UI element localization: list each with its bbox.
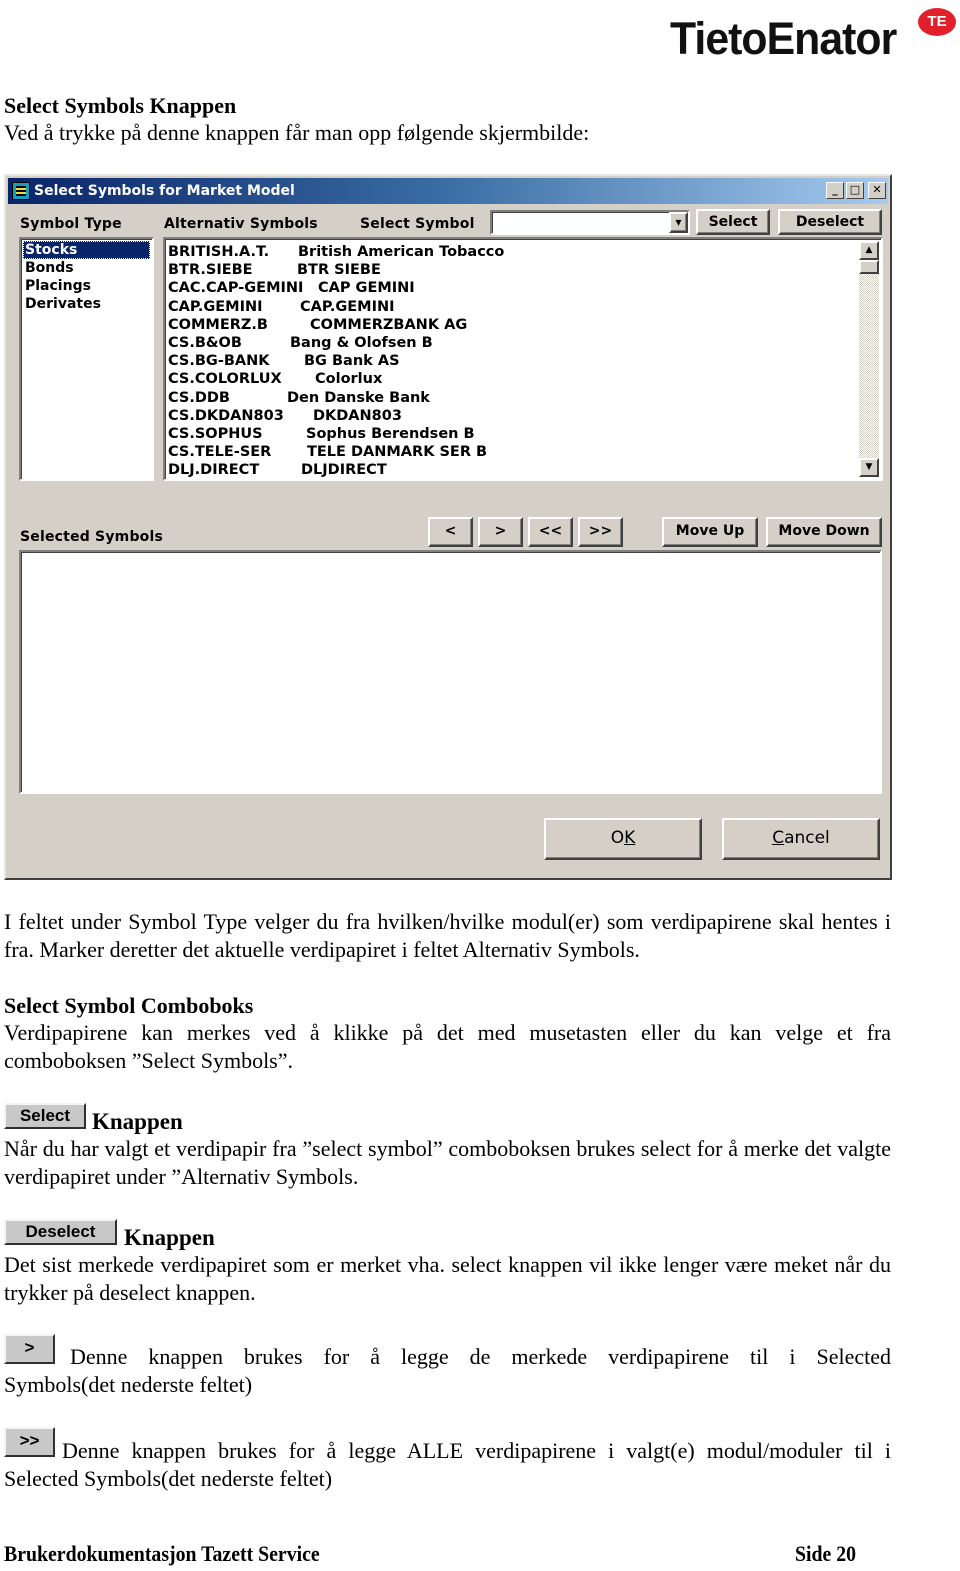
select-button[interactable]: Select xyxy=(696,209,770,235)
add-all-description-line1: Denne knappen brukes for å legge ALLE ve… xyxy=(62,1438,891,1463)
symbol-code: CS.B&OB xyxy=(168,334,242,351)
symbol-name: DKDAN803 xyxy=(313,407,402,424)
symbol-name: BG Bank AS xyxy=(304,353,400,370)
vertical-scrollbar[interactable]: ▲ ▼ xyxy=(859,241,879,477)
symbol-code: COMMERZ.B xyxy=(168,316,268,333)
symbol-name: DLJDIRECT xyxy=(301,462,387,479)
logo-badge: TE xyxy=(918,8,956,36)
page-number: Side 20 xyxy=(795,1541,857,1566)
select-symbol-label: Select Symbol xyxy=(360,216,475,232)
symbol-type-label: Symbol Type xyxy=(20,216,122,232)
symbol-name: Sophus Berendsen B xyxy=(306,425,475,442)
intro-text: Ved å trykke på denne knappen får man op… xyxy=(4,120,590,145)
select-description: Når du har valgt et verdipapir fra ”sele… xyxy=(4,1136,891,1189)
window-title: Select Symbols for Market Model xyxy=(34,183,295,199)
list-item[interactable]: BTR.SIEBE BTR SIEBE xyxy=(165,261,881,279)
list-item[interactable]: CS.BG-BANK BG Bank AS xyxy=(165,352,881,370)
add-all-button[interactable]: >> xyxy=(578,517,623,547)
symbol-code: CS.DKDAN803 xyxy=(168,407,284,424)
symbol-type-item-derivates[interactable]: Derivates xyxy=(23,295,150,313)
symbol-name: Den Danske Bank xyxy=(287,389,430,406)
list-item[interactable]: DLJ.DIRECT DLJDIRECT xyxy=(165,461,881,479)
symbol-name: Colorlux xyxy=(315,371,383,388)
symbol-code: CS.COLORLUX xyxy=(168,371,282,388)
symbol-name: BTR SIEBE xyxy=(297,262,381,279)
list-item[interactable]: COMMERZ.B COMMERZBANK AG xyxy=(165,316,881,334)
add-one-description-line1: Denne knappen brukes for å legge de merk… xyxy=(70,1344,891,1369)
scroll-up-button[interactable]: ▲ xyxy=(859,241,879,260)
list-item[interactable]: CS.TELE-SER TELE DANMARK SER B xyxy=(165,443,881,461)
cancel-label: ancel xyxy=(784,828,830,848)
symbol-type-description: I feltet under Symbol Type velger du fra… xyxy=(4,909,891,962)
combobox-dropdown-button[interactable]: ▾ xyxy=(669,212,688,233)
list-item[interactable]: CS.DDB Den Danske Bank xyxy=(165,389,881,407)
deselect-button-illustration: Deselect xyxy=(4,1219,117,1245)
symbol-type-item-stocks[interactable]: Stocks xyxy=(23,241,150,259)
footer-title: Brukerdokumentasjon Tazett Service xyxy=(4,1541,320,1566)
select-symbols-window: Select Symbols for Market Model _ □ ✕ Sy… xyxy=(4,174,892,880)
add-one-description-line2: Symbols(det nederste feltet) xyxy=(4,1372,253,1397)
scroll-thumb[interactable] xyxy=(859,260,879,274)
symbol-name: CAP GEMINI xyxy=(318,280,415,297)
select-knappen-heading: Knappen xyxy=(92,1109,183,1134)
app-icon[interactable] xyxy=(12,182,30,200)
symbol-type-item-placings[interactable]: Placings xyxy=(23,277,150,295)
deselect-knappen-heading: Knappen xyxy=(124,1225,215,1250)
move-up-button[interactable]: Move Up xyxy=(662,517,758,547)
title-bar[interactable]: Select Symbols for Market Model _ □ ✕ xyxy=(8,178,888,204)
symbol-type-item-bonds[interactable]: Bonds xyxy=(23,259,150,277)
symbol-code: CS.BG-BANK xyxy=(168,353,270,370)
add-one-button-illustration: > xyxy=(4,1334,55,1364)
minimize-button[interactable]: _ xyxy=(826,182,844,199)
symbol-type-list[interactable]: Stocks Bonds Placings Derivates xyxy=(19,237,154,481)
remove-all-button[interactable]: << xyxy=(528,517,573,547)
selected-symbols-list[interactable] xyxy=(19,550,882,794)
symbol-name: British American Tobacco xyxy=(298,244,505,260)
list-item[interactable]: CS.B&OB Bang & Olofsen B xyxy=(165,334,881,352)
symbol-code: CAC.CAP-GEMINI xyxy=(168,280,304,297)
list-item[interactable]: BRITISH.A.T. British American Tobacco xyxy=(165,243,881,261)
list-item[interactable]: CAC.CAP-GEMINI CAP GEMINI xyxy=(165,279,881,297)
alternativ-symbols-label: Alternativ Symbols xyxy=(164,216,318,232)
list-item[interactable]: CS.SOPHUS Sophus Berendsen B xyxy=(165,425,881,443)
symbol-code: CS.SOPHUS xyxy=(168,425,263,442)
symbol-code: BTR.SIEBE xyxy=(168,262,253,279)
select-button-illustration: Select xyxy=(4,1103,86,1129)
ok-accel: K xyxy=(624,828,636,848)
list-item[interactable]: CS.COLORLUX Colorlux xyxy=(165,370,881,388)
section-heading-select-symbols: Select Symbols Knappen xyxy=(4,93,237,118)
symbol-code: CAP.GEMINI xyxy=(168,298,263,315)
tietoenator-logo: TietoEnator TE xyxy=(670,6,960,66)
add-all-description-line2: Selected Symbols(det nederste feltet) xyxy=(4,1466,333,1491)
symbol-name: TELE DANMARK SER B xyxy=(307,444,488,461)
remove-one-button[interactable]: < xyxy=(428,517,473,547)
deselect-description: Det sist merkede verdipapiret som er mer… xyxy=(4,1252,891,1305)
combo-heading: Select Symbol Comboboks xyxy=(4,993,254,1018)
list-item[interactable]: CS.DKDAN803 DKDAN803 xyxy=(165,407,881,425)
add-one-button[interactable]: > xyxy=(478,517,523,547)
selected-symbols-label: Selected Symbols xyxy=(20,529,164,545)
deselect-button[interactable]: Deselect xyxy=(778,209,882,235)
symbol-code: DLJ.DIRECT xyxy=(168,462,260,479)
add-all-button-illustration: >> xyxy=(4,1427,55,1457)
list-item[interactable]: CAP.GEMINI CAP.GEMINI xyxy=(165,298,881,316)
alternativ-symbols-list[interactable]: BRITISH.A.T. British American Tobacco BTR… xyxy=(163,237,883,481)
cancel-button[interactable]: Cancel xyxy=(722,818,880,860)
logo-text: TietoEnator xyxy=(670,13,897,64)
maximize-button[interactable]: □ xyxy=(846,182,864,199)
close-button[interactable]: ✕ xyxy=(868,182,886,199)
symbol-code: BRITISH.A.T. xyxy=(168,244,270,260)
symbol-code: CS.DDB xyxy=(168,389,230,406)
cancel-accel: C xyxy=(772,828,785,848)
scroll-down-button[interactable]: ▼ xyxy=(859,458,879,477)
combo-description: Verdipapirene kan merkes ved å klikke på… xyxy=(4,1020,891,1073)
ok-label: O xyxy=(610,828,625,848)
symbol-code: CS.TELE-SER xyxy=(168,444,272,461)
symbol-name: Bang & Olofsen B xyxy=(290,334,433,351)
move-down-button[interactable]: Move Down xyxy=(766,517,882,547)
ok-button[interactable]: OK xyxy=(544,818,702,860)
symbol-name: COMMERZBANK AG xyxy=(310,316,468,333)
select-symbol-combobox[interactable]: ▾ xyxy=(490,210,690,235)
symbol-name: CAP.GEMINI xyxy=(300,298,395,315)
